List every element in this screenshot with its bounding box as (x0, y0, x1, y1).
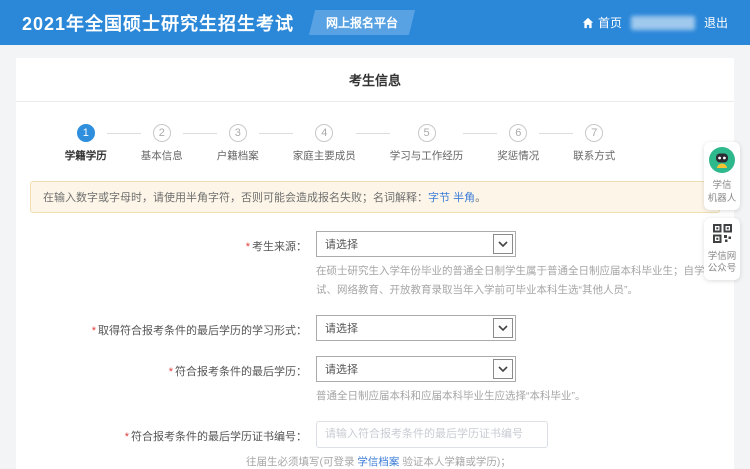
step-number: 3 (229, 124, 247, 142)
source-label: *考生来源： (16, 231, 316, 300)
qrcode-label: 学信网 公众号 (706, 251, 738, 277)
xuexin-archive-link[interactable]: 学信档案 (357, 456, 399, 468)
step-number: 5 (418, 124, 436, 142)
form-row-cert-no: *符合报考条件的最后学历证书编号： 往届生必须填写(可登录 学信档案 验证本人学… (16, 421, 734, 469)
xuexin-robot-button[interactable]: 学信 机器人 (704, 142, 740, 210)
step-label: 家庭主要成员 (293, 148, 356, 163)
step-label: 基本信息 (141, 148, 183, 163)
cert-no-input[interactable] (316, 421, 548, 448)
app-header: 2021年全国硕士研究生招生考试 网上报名平台 首页 退出 (0, 0, 750, 45)
cert-no-help-text: 往届生必须填写(可登录 学信档案 验证本人学籍或学历)； 按毕业证书上的“证书编… (246, 453, 676, 469)
step-connector (539, 133, 573, 134)
robot-label: 学信 机器人 (706, 180, 738, 206)
redacted-username (631, 16, 695, 30)
xuexin-qrcode-button[interactable]: 学信网 公众号 (704, 218, 740, 281)
page-title: 考生信息 (16, 58, 734, 102)
home-link-label: 首页 (598, 14, 622, 31)
robot-avatar-icon (709, 147, 735, 173)
step-xueji-xueli[interactable]: 1 学籍学历 (65, 124, 107, 163)
step-family-members[interactable]: 4 家庭主要成员 (293, 124, 356, 163)
step-label: 联系方式 (573, 148, 615, 163)
step-number: 6 (509, 124, 527, 142)
notice-text: 在输入数字或字母时，请使用半角字符，否则可能会造成报名失败；名词解释： (43, 192, 428, 204)
source-select-value: 请选择 (325, 236, 358, 252)
qr-code-icon (712, 223, 733, 244)
last-degree-select[interactable]: 请选择 (316, 356, 516, 382)
step-connector (463, 133, 497, 134)
required-mark: * (169, 366, 173, 378)
cert-no-help-line1: 往届生必须填写(可登录 学信档案 验证本人学籍或学历)； (246, 453, 676, 469)
step-label: 奖惩情况 (497, 148, 539, 163)
source-select[interactable]: 请选择 (316, 231, 516, 257)
main-card: 考生信息 1 学籍学历 2 基本信息 3 户籍档案 4 家庭主要成员 5 学习与… (16, 58, 734, 469)
step-number: 1 (77, 124, 95, 142)
step-basic-info[interactable]: 2 基本信息 (141, 124, 183, 163)
step-connector (107, 133, 141, 134)
byte-term-link[interactable]: 字节 (428, 192, 450, 204)
step-connector (259, 133, 293, 134)
app-title: 2021年全国硕士研究生招生考试 (22, 10, 294, 36)
notice-period: 。 (475, 192, 486, 204)
form-row-last-degree: *符合报考条件的最后学历： 请选择 普通全日制应届本科和应届本科毕业生应选择“本… (16, 356, 734, 406)
chevron-down-icon (493, 318, 513, 338)
chevron-down-icon (493, 234, 513, 254)
wizard-stepper: 1 学籍学历 2 基本信息 3 户籍档案 4 家庭主要成员 5 学习与工作经历 … (16, 102, 734, 169)
last-degree-help-text: 普通全日制应届本科和应届本科毕业生应选择“本科毕业”。 (316, 387, 734, 406)
home-link[interactable]: 首页 (582, 14, 622, 31)
study-form-select[interactable]: 请选择 (316, 315, 516, 341)
platform-badge: 网上报名平台 (309, 10, 415, 35)
floating-widgets: 学信 机器人 学信网 (704, 142, 740, 288)
logout-link[interactable]: 退出 (704, 14, 728, 31)
step-connector (356, 133, 390, 134)
step-number: 7 (585, 124, 603, 142)
home-icon (582, 17, 594, 29)
step-number: 4 (315, 124, 333, 142)
step-label: 学习与工作经历 (390, 148, 464, 163)
study-form-label: *取得符合报考条件的最后学历的学习形式： (16, 315, 316, 341)
step-study-work[interactable]: 5 学习与工作经历 (390, 124, 464, 163)
step-rewards[interactable]: 6 奖惩情况 (497, 124, 539, 163)
header-nav: 首页 退出 (582, 14, 728, 31)
step-label: 学籍学历 (65, 148, 107, 163)
halfwidth-notice-bar: 在输入数字或字母时，请使用半角字符，否则可能会造成报名失败；名词解释：字节 半角… (30, 181, 720, 213)
step-contact[interactable]: 7 联系方式 (573, 124, 615, 163)
study-form-select-value: 请选择 (325, 320, 358, 336)
xueji-xueli-form: *考生来源： 请选择 在硕士研究生入学年份毕业的普通全日制学生属于普通全日制应届… (16, 217, 734, 469)
last-degree-label: *符合报考条件的最后学历： (16, 356, 316, 406)
step-label: 户籍档案 (217, 148, 259, 163)
step-huji-dangan[interactable]: 3 户籍档案 (217, 124, 259, 163)
step-connector (183, 133, 217, 134)
required-mark: * (92, 325, 96, 337)
required-mark: * (125, 431, 129, 443)
form-row-study-form: *取得符合报考条件的最后学历的学习形式： 请选择 (16, 315, 734, 341)
platform-badge-label: 网上报名平台 (326, 14, 398, 31)
step-number: 2 (153, 124, 171, 142)
last-degree-select-value: 请选择 (325, 361, 358, 377)
source-help-text: 在硕士研究生入学年份毕业的普通全日制学生属于普通全日制应届本科毕业生；自学考试、… (316, 262, 734, 300)
required-mark: * (246, 241, 250, 253)
form-row-source: *考生来源： 请选择 在硕士研究生入学年份毕业的普通全日制学生属于普通全日制应届… (16, 231, 734, 300)
halfwidth-term-link[interactable]: 半角 (453, 192, 475, 204)
logout-link-label: 退出 (704, 14, 728, 31)
chevron-down-icon (493, 359, 513, 379)
